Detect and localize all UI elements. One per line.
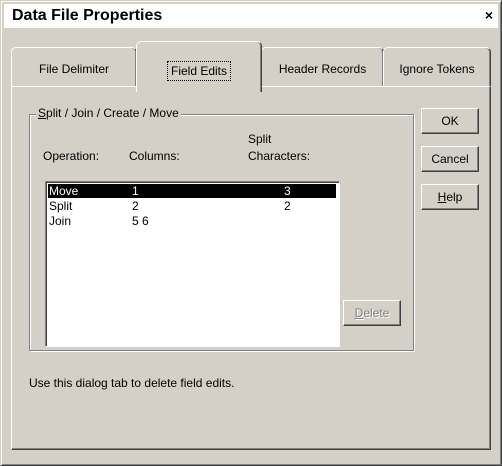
- split-characters-header-line1: Split: [248, 132, 272, 146]
- operation-column-header: Operation:: [43, 149, 100, 163]
- operation-cell: Split: [49, 199, 73, 213]
- close-icon[interactable]: ×: [480, 6, 498, 24]
- split-join-create-move-group: Split / Join / Create / Move Operation: …: [29, 106, 414, 351]
- tab-ignore-tokens[interactable]: Ignore Tokens: [383, 47, 491, 88]
- window-title: Data File Properties: [12, 7, 163, 24]
- tab-file-delimiter[interactable]: File Delimiter: [11, 47, 137, 88]
- tab-header-records[interactable]: Header Records: [261, 47, 384, 88]
- split-characters-cell: 3: [284, 184, 291, 198]
- tab-field-edits[interactable]: Field Edits: [136, 41, 262, 92]
- field-edits-list[interactable]: Move 1 3 Split 2 2 Join 5 6: [45, 181, 340, 347]
- tab-label: Ignore Tokens: [399, 62, 475, 76]
- delete-button[interactable]: Delete: [343, 300, 401, 326]
- columns-cell: 5 6: [132, 214, 149, 228]
- list-item[interactable]: Join 5 6: [48, 214, 336, 228]
- columns-column-header: Columns:: [129, 149, 180, 163]
- ok-button[interactable]: OK: [421, 108, 479, 134]
- operation-cell: Join: [49, 214, 72, 228]
- operation-cell: Move: [49, 184, 79, 198]
- data-file-properties-dialog: Data File Properties × File Delimiter Fi…: [0, 0, 502, 466]
- columns-cell: 1: [132, 184, 139, 198]
- list-item[interactable]: Move 1 3: [48, 184, 336, 198]
- split-characters-cell: 2: [284, 199, 291, 213]
- tab-label: Field Edits: [166, 61, 232, 81]
- cancel-button[interactable]: Cancel: [421, 146, 479, 172]
- list-item[interactable]: Split 2 2: [48, 199, 336, 213]
- tab-label: Header Records: [278, 62, 367, 76]
- split-characters-header-line2: Characters:: [248, 149, 311, 163]
- help-button[interactable]: Help: [421, 184, 479, 210]
- tab-label: File Delimiter: [38, 62, 109, 76]
- tab-panel-field-edits: Split / Join / Create / Move Operation: …: [11, 86, 491, 450]
- columns-cell: 2: [132, 199, 139, 213]
- group-label: Split / Join / Create / Move: [36, 106, 181, 120]
- title-bar[interactable]: Data File Properties ×: [4, 4, 498, 28]
- info-text: Use this dialog tab to delete field edit…: [29, 376, 235, 390]
